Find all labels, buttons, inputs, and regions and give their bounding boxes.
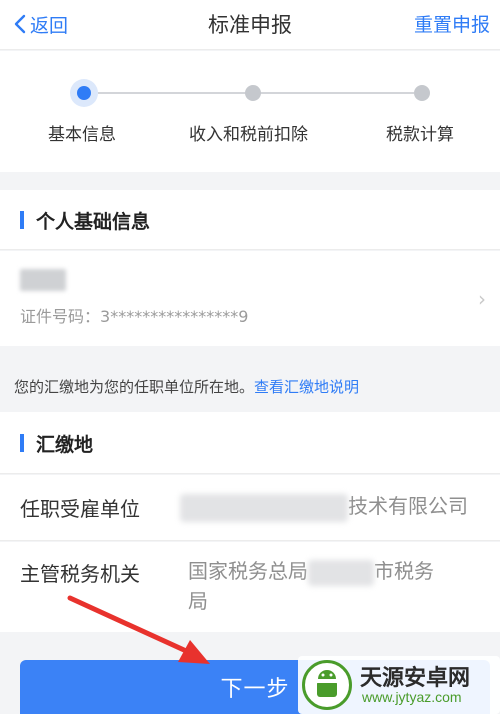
- redacted-name: [20, 269, 66, 291]
- employer-value-text: 技术有限公司: [348, 494, 468, 518]
- employer-row[interactable]: 任职受雇单位 技术有限公司: [0, 475, 500, 541]
- tax-office-line2: 局: [188, 589, 208, 613]
- personal-info-section-header: 个人基础信息: [0, 190, 500, 250]
- remit-location-notice: 您的汇缴地为您的任职单位所在地。查看汇缴地说明: [0, 365, 500, 403]
- step-label-basic-info[interactable]: 基本信息: [48, 120, 116, 145]
- personal-info-row[interactable]: 证件号码：3****************9 ›: [0, 251, 500, 346]
- step-label-tax-calc[interactable]: 税款计算: [386, 120, 454, 145]
- tax-office-label: 主管税务机关: [20, 562, 140, 586]
- notice-text: 您的汇缴地为您的任职单位所在地。: [14, 378, 255, 396]
- tax-office-suffix: 市税务: [374, 559, 434, 583]
- site-watermark: 天源安卓网 www.jytyaz.com: [298, 656, 500, 714]
- tax-office-value: 国家税务总局 市税务 局: [188, 556, 434, 616]
- step-dot-active: [70, 79, 98, 107]
- id-value: 3****************9: [100, 307, 249, 326]
- step-connector: [98, 92, 246, 94]
- tax-office-row[interactable]: 主管税务机关 国家税务总局 市税务 局: [0, 542, 500, 632]
- step-connector: [260, 92, 414, 94]
- section-title: 个人基础信息: [36, 211, 151, 233]
- remit-section-header: 汇缴地: [0, 412, 500, 474]
- section-accent-bar: [20, 434, 24, 452]
- view-remit-explanation-link[interactable]: 查看汇缴地说明: [254, 378, 359, 396]
- redacted-employer: [180, 493, 348, 522]
- section-title: 汇缴地: [36, 434, 94, 456]
- chevron-right-icon: ›: [478, 287, 486, 311]
- id-label: 证件号码：: [20, 307, 101, 326]
- android-logo-icon: [302, 660, 352, 710]
- step-dot: [414, 85, 430, 101]
- employer-value: 技术有限公司: [180, 491, 468, 522]
- employer-label: 任职受雇单位: [20, 497, 140, 521]
- section-accent-bar: [20, 211, 24, 229]
- top-nav-bar: 返回 标准申报 重置申报: [0, 0, 500, 50]
- id-number-line: 证件号码：3****************9: [20, 303, 248, 327]
- progress-stepper: 基本信息 收入和税前扣除 税款计算: [0, 51, 500, 172]
- watermark-brand: 天源安卓网: [360, 666, 471, 691]
- watermark-url: www.jytyaz.com: [362, 689, 462, 705]
- step-dot: [245, 85, 261, 101]
- reset-declaration-button[interactable]: 重置申报: [414, 10, 490, 37]
- step-label-income[interactable]: 收入和税前扣除: [189, 120, 308, 145]
- tax-office-prefix: 国家税务总局: [188, 559, 308, 583]
- redacted-city: [308, 559, 374, 586]
